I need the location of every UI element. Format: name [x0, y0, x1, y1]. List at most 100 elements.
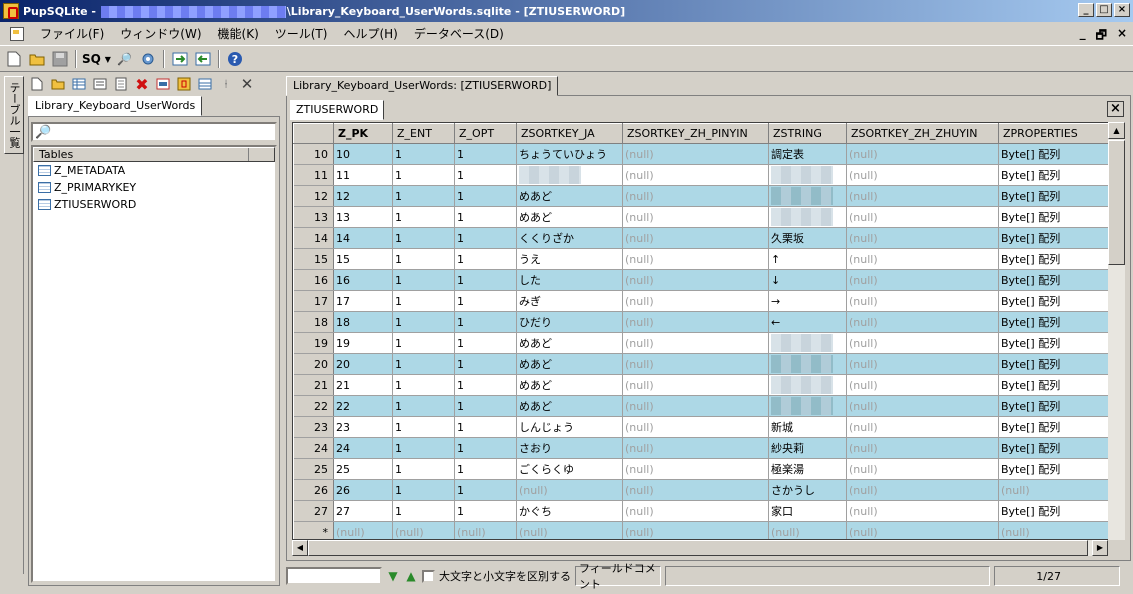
row-header[interactable]: 16: [293, 269, 334, 291]
cell-z-pk[interactable]: 14: [333, 227, 393, 249]
cell-zsortkey-zh-pinyin[interactable]: (null): [622, 290, 769, 312]
cell-z-opt[interactable]: 1: [454, 206, 517, 228]
close-button[interactable]: ×: [1114, 3, 1130, 17]
cell-zsortkey-ja[interactable]: めあど: [516, 185, 623, 207]
cell-zsortkey-zh-zhuyin[interactable]: (null): [846, 395, 999, 417]
cell-zsortkey-ja[interactable]: くくりざか: [516, 227, 623, 249]
cell-zsortkey-zh-zhuyin[interactable]: (null): [846, 311, 999, 333]
cell-zsortkey-zh-pinyin[interactable]: (null): [622, 500, 769, 522]
cell-zsortkey-ja[interactable]: めあど: [516, 206, 623, 228]
row-header[interactable]: 12: [293, 185, 334, 207]
table-row[interactable]: 19 19 1 1 めあど (null) (null) Byte[] 配列: [293, 332, 1109, 354]
cell-zsortkey-zh-zhuyin[interactable]: (null): [846, 332, 999, 354]
table-row[interactable]: 12 12 1 1 めあど (null) (null) Byte[] 配列: [293, 185, 1109, 207]
document-icon[interactable]: [112, 75, 130, 93]
cell-z-opt[interactable]: 1: [454, 143, 517, 165]
find-input[interactable]: [286, 567, 382, 585]
cell-zstring[interactable]: ↓: [768, 269, 847, 291]
row-header[interactable]: 23: [293, 416, 334, 438]
cell-zsortkey-ja[interactable]: しんじょう: [516, 416, 623, 438]
cell-z-pk[interactable]: 21: [333, 374, 393, 396]
case-sensitive-checkbox[interactable]: [422, 569, 435, 583]
cell-z-pk[interactable]: (null): [333, 521, 393, 539]
document-tab[interactable]: Library_Keyboard_UserWords: [ZTIUSERWORD…: [286, 76, 559, 96]
cell-zsortkey-zh-zhuyin[interactable]: (null): [846, 290, 999, 312]
cell-zstring[interactable]: 紗央莉: [768, 437, 847, 459]
menu-tools[interactable]: ツール(T): [267, 25, 336, 42]
row-header[interactable]: 19: [293, 332, 334, 354]
cell-z-pk[interactable]: 22: [333, 395, 393, 417]
cell-zsortkey-zh-pinyin[interactable]: (null): [622, 248, 769, 270]
cell-zproperties[interactable]: Byte[] 配列: [998, 290, 1109, 312]
open-folder-icon[interactable]: [49, 75, 67, 93]
new-file-icon[interactable]: [28, 75, 46, 93]
cell-zsortkey-ja[interactable]: ひだり: [516, 311, 623, 333]
cell-z-opt[interactable]: 1: [454, 500, 517, 522]
cell-zsortkey-ja[interactable]: かぐち: [516, 500, 623, 522]
row-header[interactable]: 26: [293, 479, 334, 501]
cell-zproperties[interactable]: Byte[] 配列: [998, 164, 1109, 186]
view-icon[interactable]: [154, 75, 172, 93]
cell-z-ent[interactable]: 1: [392, 416, 455, 438]
cell-zstring[interactable]: 家口: [768, 500, 847, 522]
cell-zstring[interactable]: [768, 206, 847, 228]
cell-z-pk[interactable]: 10: [333, 143, 393, 165]
cell-z-pk[interactable]: 20: [333, 353, 393, 375]
cell-z-ent[interactable]: 1: [392, 374, 455, 396]
table-row[interactable]: 16 16 1 1 した (null) ↓ (null) Byte[] 配列: [293, 269, 1109, 291]
row-header[interactable]: 24: [293, 437, 334, 459]
cell-z-pk[interactable]: 24: [333, 437, 393, 459]
cell-zsortkey-zh-pinyin[interactable]: (null): [622, 227, 769, 249]
table-row[interactable]: 23 23 1 1 しんじょう (null) 新城 (null) Byte[] 配列: [293, 416, 1109, 438]
vertical-tab-table-list[interactable]: テーブル一覧: [4, 76, 24, 154]
cell-zsortkey-ja[interactable]: めあど: [516, 395, 623, 417]
table-row[interactable]: 21 21 1 1 めあど (null) (null) Byte[] 配列: [293, 374, 1109, 396]
cell-zproperties[interactable]: Byte[] 配列: [998, 458, 1109, 480]
cell-zstring[interactable]: 極楽湯: [768, 458, 847, 480]
cell-zsortkey-zh-zhuyin[interactable]: (null): [846, 458, 999, 480]
cell-z-opt[interactable]: 1: [454, 290, 517, 312]
cell-zsortkey-zh-pinyin[interactable]: (null): [622, 206, 769, 228]
minimize-button[interactable]: _: [1078, 3, 1094, 17]
sql-icon[interactable]: SQ: [82, 49, 101, 69]
cell-zsortkey-zh-zhuyin[interactable]: (null): [846, 353, 999, 375]
save-icon[interactable]: [50, 49, 70, 69]
menu-database[interactable]: データベース(D): [406, 25, 512, 42]
cell-zproperties[interactable]: Byte[] 配列: [998, 437, 1109, 459]
settings-icon[interactable]: [138, 49, 158, 69]
scroll-left-button[interactable]: ◀: [292, 540, 308, 556]
cell-z-opt[interactable]: 1: [454, 374, 517, 396]
import-icon[interactable]: [193, 49, 213, 69]
scroll-up-button[interactable]: ▲: [1108, 122, 1125, 139]
cell-z-opt[interactable]: (null): [454, 521, 517, 539]
column-header-zproperties[interactable]: ZPROPERTIES: [998, 123, 1109, 144]
dropdown-arrow-icon[interactable]: ▼: [104, 49, 112, 69]
cell-zsortkey-zh-pinyin[interactable]: (null): [622, 332, 769, 354]
cell-zsortkey-ja[interactable]: ごくらくゆ: [516, 458, 623, 480]
cell-zproperties[interactable]: Byte[] 配列: [998, 143, 1109, 165]
table-row[interactable]: 25 25 1 1 ごくらくゆ (null) 極楽湯 (null) Byte[] 配列: [293, 458, 1109, 480]
table-row[interactable]: 15 15 1 1 うえ (null) ↑ (null) Byte[] 配列: [293, 248, 1109, 270]
vertical-scroll-thumb[interactable]: [1108, 140, 1125, 265]
cell-zsortkey-zh-pinyin[interactable]: (null): [622, 437, 769, 459]
cell-zsortkey-zh-zhuyin[interactable]: (null): [846, 437, 999, 459]
table-item-ztiuserword[interactable]: ZTIUSERWORD: [33, 196, 275, 213]
cell-zsortkey-zh-pinyin[interactable]: (null): [622, 164, 769, 186]
cell-z-ent[interactable]: 1: [392, 500, 455, 522]
cell-z-ent[interactable]: 1: [392, 185, 455, 207]
cell-zsortkey-zh-pinyin[interactable]: (null): [622, 416, 769, 438]
cell-z-pk[interactable]: 15: [333, 248, 393, 270]
columns-icon[interactable]: [91, 75, 109, 93]
cell-zproperties[interactable]: Byte[] 配列: [998, 227, 1109, 249]
cell-zstring[interactable]: さかうし: [768, 479, 847, 501]
cell-z-opt[interactable]: 1: [454, 248, 517, 270]
cell-zsortkey-zh-pinyin[interactable]: (null): [622, 521, 769, 539]
cell-zproperties[interactable]: Byte[] 配列: [998, 353, 1109, 375]
table-row[interactable]: * (null) (null) (null) (null) (null) (null) (nu…: [293, 521, 1109, 539]
row-header[interactable]: 10: [293, 143, 334, 165]
cell-zsortkey-zh-zhuyin[interactable]: (null): [846, 269, 999, 291]
column-header-z-pk[interactable]: Z_PK: [333, 123, 393, 144]
cell-z-opt[interactable]: 1: [454, 479, 517, 501]
cell-zsortkey-ja[interactable]: した: [516, 269, 623, 291]
lock-icon[interactable]: [175, 75, 193, 93]
